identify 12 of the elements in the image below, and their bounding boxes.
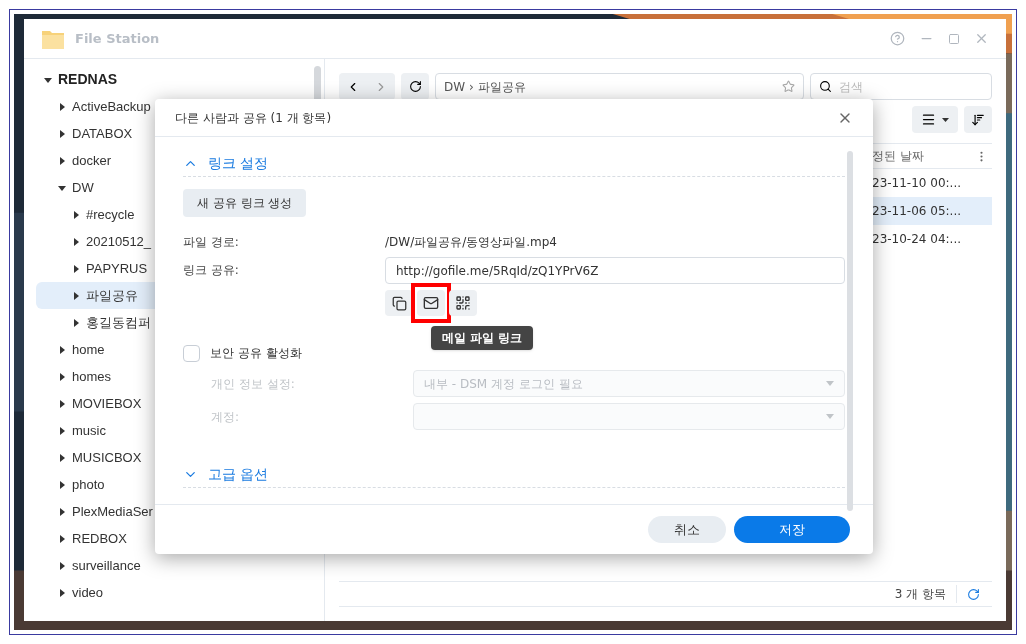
window-title: File Station — [75, 29, 160, 48]
field-label: 파일 경로: — [183, 234, 240, 251]
field-label: 계정: — [211, 408, 241, 426]
tooltip: 메일 파일 링크 — [431, 326, 534, 350]
table-cell-text: 23-11-06 05:... — [872, 203, 962, 220]
file-path: /DW/파일공유/동영상파일.mp4 — [385, 234, 557, 251]
checkbox-label: 보안 공유 활성화 — [210, 345, 302, 362]
field-label: 개인 정보 설정: — [211, 375, 296, 393]
dialog-title: 다른 사람과 공유 (1 개 항목) — [175, 109, 332, 127]
item-count: 3 개 항목 — [894, 586, 946, 603]
table-cell-text: 23-11-10 00:... — [872, 175, 962, 192]
field-label: 링크 공유: — [183, 262, 240, 279]
